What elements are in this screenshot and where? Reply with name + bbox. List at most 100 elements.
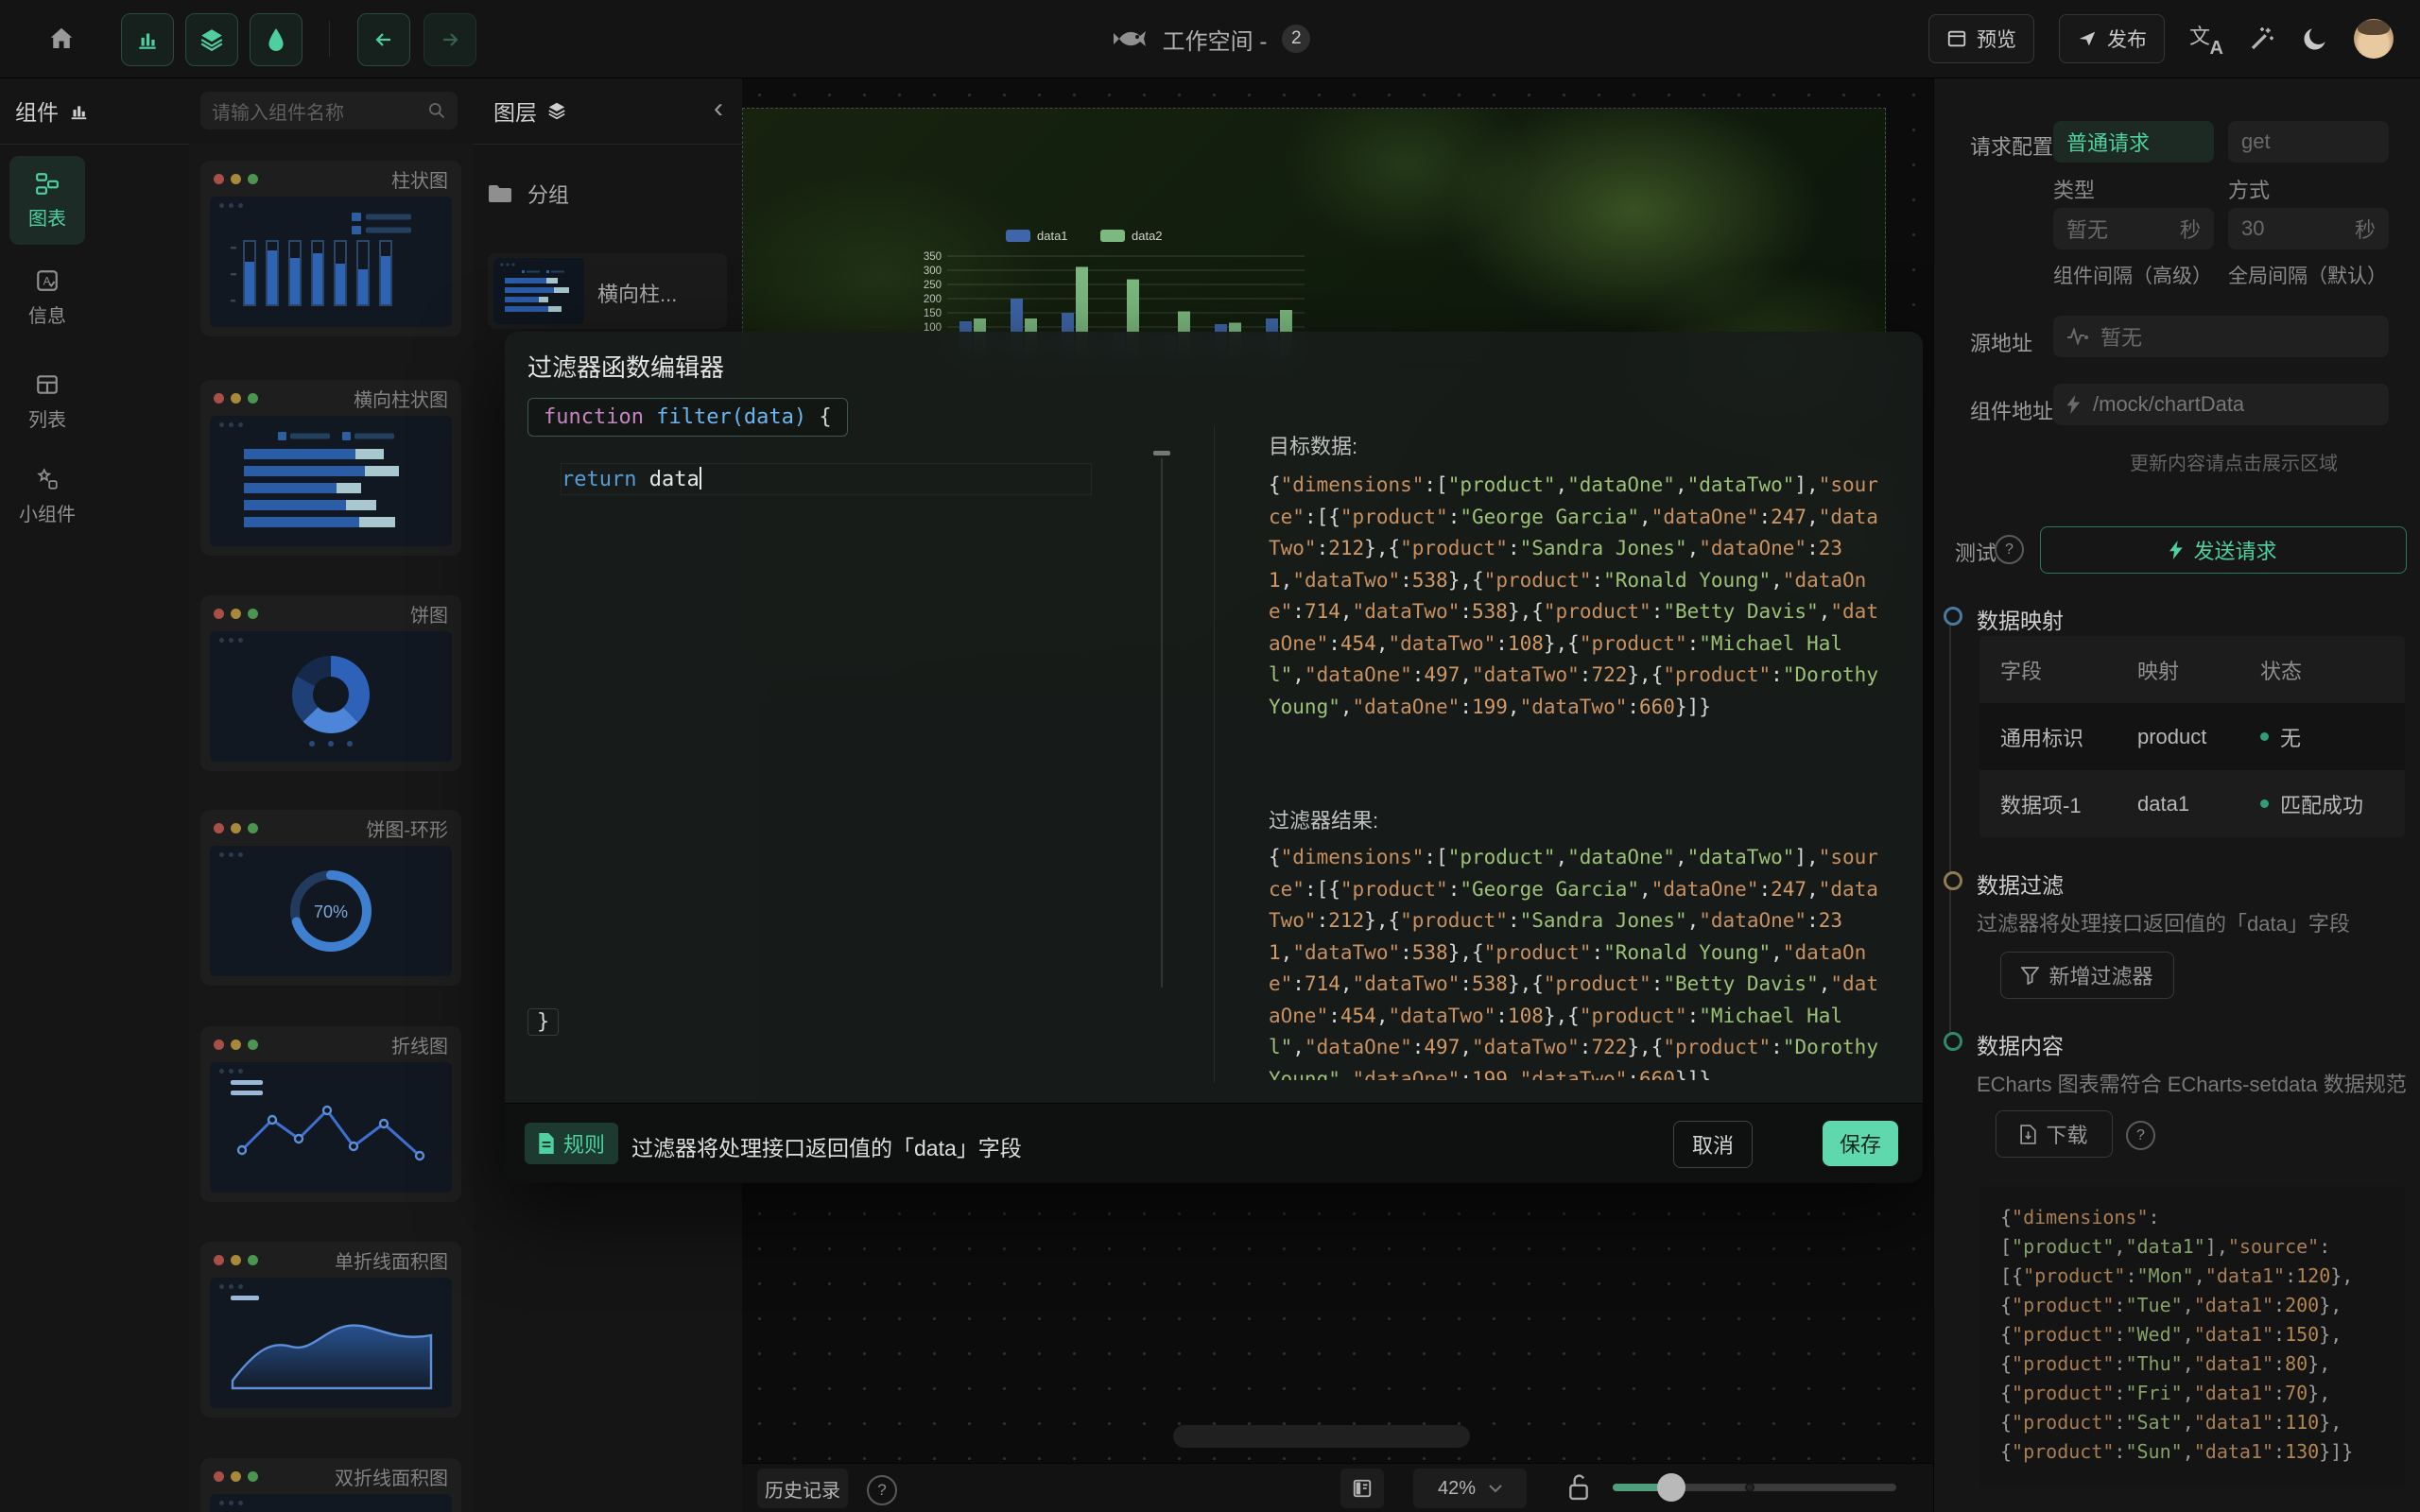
timeline-line	[1949, 622, 1951, 1043]
chart-list-toggle-button[interactable]	[1340, 1469, 1384, 1508]
history-button[interactable]: 历史记录	[757, 1469, 848, 1508]
sidebar-item-list[interactable]: 列表	[9, 361, 85, 442]
code-editor-line[interactable]: return data	[562, 464, 1091, 494]
folder-icon	[488, 183, 512, 204]
redo-button[interactable]	[424, 13, 476, 66]
status-dot	[2260, 799, 2269, 808]
add-filter-button[interactable]: 新增过滤器	[2000, 952, 2174, 999]
publish-button[interactable]: 发布	[2059, 14, 2165, 63]
zoom-slider-track[interactable]	[1613, 1484, 1896, 1491]
bar-chart-icon	[135, 27, 160, 52]
send-request-button[interactable]: 发送请求	[2040, 526, 2407, 574]
code-scrollbar-thumb[interactable]	[1153, 451, 1170, 455]
card-header: 饼图-环形	[200, 810, 461, 846]
charts-panel-button[interactable]	[121, 13, 174, 66]
bottom-bar: 历史记录 ? 42%	[742, 1463, 1933, 1512]
card-header: 双折线面积图	[200, 1458, 461, 1494]
timeline-node-content	[1944, 1032, 1962, 1051]
global-interval-input[interactable]: 30秒	[2228, 208, 2389, 249]
theme-toggle-button[interactable]	[2301, 25, 2329, 53]
unlock-icon	[1566, 1471, 1591, 1503]
details-panel-button[interactable]	[250, 13, 302, 66]
modal-footer: 规则 过滤器将处理接口返回值的「data」字段 取消 保存	[505, 1103, 1923, 1183]
sidebar-item-charts[interactable]: 图表	[9, 156, 85, 245]
component-card-bar[interactable]: 柱状图	[200, 161, 461, 336]
component-address-input[interactable]: /mock/chartData	[2053, 384, 2389, 425]
layer-group-label: 分组	[527, 179, 569, 209]
window-dot	[231, 393, 241, 404]
search-icon	[427, 101, 446, 120]
guide-button[interactable]	[2248, 25, 2276, 53]
arrow-right-icon	[439, 28, 461, 51]
collapse-layer-panel-icon[interactable]: ‹	[714, 93, 723, 125]
data-content-subtitle: ECharts 图表需符合 ECharts-setdata 数据规范	[1977, 1068, 2407, 1098]
undo-button[interactable]	[357, 13, 410, 66]
home-button[interactable]	[38, 15, 85, 62]
toolbar-divider	[329, 21, 330, 57]
layer-group-item[interactable]: 分组	[488, 172, 727, 215]
window-dot	[248, 393, 258, 404]
avatar[interactable]	[2354, 19, 2394, 59]
arrow-left-icon	[372, 28, 395, 51]
source-address-input[interactable]: 暂无	[2053, 316, 2389, 357]
chevron-down-icon	[1489, 1485, 1502, 1493]
window-dot	[248, 609, 258, 619]
components-title: 组件	[15, 94, 59, 127]
component-interval-label: 组件间隔（高级）	[2053, 261, 2212, 289]
component-card-area2[interactable]: 双折线面积图	[200, 1458, 461, 1512]
workspace-title[interactable]: 工作空间 -	[1163, 23, 1268, 56]
component-search-input[interactable]: 请输入组件名称	[200, 92, 458, 129]
svg-text:A: A	[43, 274, 51, 287]
list-icon	[35, 372, 60, 397]
target-data-json[interactable]: {"dimensions":["product","dataOne","data…	[1269, 470, 1890, 723]
component-card-title: 饼图-环形	[366, 815, 448, 842]
window-dot	[248, 1255, 258, 1265]
request-type-select[interactable]: 普通请求	[2053, 121, 2214, 163]
language-toggle-button[interactable]: 文 A	[2189, 22, 2223, 56]
component-card-area[interactable]: 单折线面积图	[200, 1242, 461, 1418]
window-dot	[214, 393, 224, 404]
component-card-hbar[interactable]: 横向柱状图	[200, 380, 461, 556]
update-hint: 更新内容请点击展示区域	[2130, 448, 2338, 475]
svg-text:70%: 70%	[314, 902, 348, 921]
component-card-ring[interactable]: 饼图-环形 70%	[200, 810, 461, 986]
download-button[interactable]: 下载	[1996, 1110, 2113, 1158]
source-address-label: 源地址	[1970, 327, 2032, 357]
window-dot	[231, 823, 241, 833]
table-header: 字段映射状态	[1979, 636, 2405, 703]
chart-mini-icon	[68, 100, 89, 121]
layers-title: 图层	[493, 94, 537, 127]
request-method-select[interactable]: get	[2228, 121, 2389, 163]
data-content-json[interactable]: {"dimensions":["product","data1"],"sourc…	[1979, 1186, 2405, 1488]
layers-panel-button[interactable]	[185, 13, 238, 66]
component-address-label: 组件地址	[1970, 395, 2053, 425]
zoom-lock-button[interactable]	[1566, 1471, 1591, 1503]
pulse-icon	[2066, 328, 2089, 345]
workspace-count-badge: 2	[1282, 25, 1310, 53]
preview-button[interactable]: 预览	[1928, 14, 2034, 63]
svg-text:150: 150	[924, 308, 942, 319]
horizontal-scrollbar[interactable]	[1173, 1425, 1470, 1448]
test-help-icon[interactable]: ?	[1995, 535, 2024, 564]
cancel-button[interactable]: 取消	[1673, 1121, 1753, 1168]
save-button[interactable]: 保存	[1823, 1121, 1898, 1166]
component-card-title: 柱状图	[391, 165, 448, 193]
card-header: 单折线面积图	[200, 1242, 461, 1278]
code-scrollbar[interactable]	[1161, 458, 1163, 988]
download-help-icon[interactable]: ?	[2126, 1121, 2155, 1150]
zoom-slider-handle[interactable]	[1657, 1473, 1685, 1502]
component-card-pie[interactable]: 饼图	[200, 595, 461, 771]
filter-result-json[interactable]: {"dimensions":["product","dataOne","data…	[1269, 842, 1890, 1080]
window-dot	[214, 1040, 224, 1050]
component-card-line[interactable]: 折线图	[200, 1026, 461, 1202]
zoom-select[interactable]: 42%	[1413, 1469, 1527, 1508]
avatar-hair	[2358, 20, 2390, 35]
layer-item[interactable]: 横向柱...	[488, 253, 727, 329]
search-placeholder: 请输入组件名称	[212, 97, 344, 125]
window-dot	[248, 1471, 258, 1482]
sidebar-item-widgets[interactable]: 小组件	[9, 455, 85, 537]
layer-item-label: 横向柱...	[597, 278, 677, 308]
sidebar-item-info[interactable]: A信息	[9, 257, 85, 338]
component-interval-input[interactable]: 暂无秒	[2053, 208, 2214, 249]
help-icon[interactable]: ?	[867, 1475, 897, 1505]
